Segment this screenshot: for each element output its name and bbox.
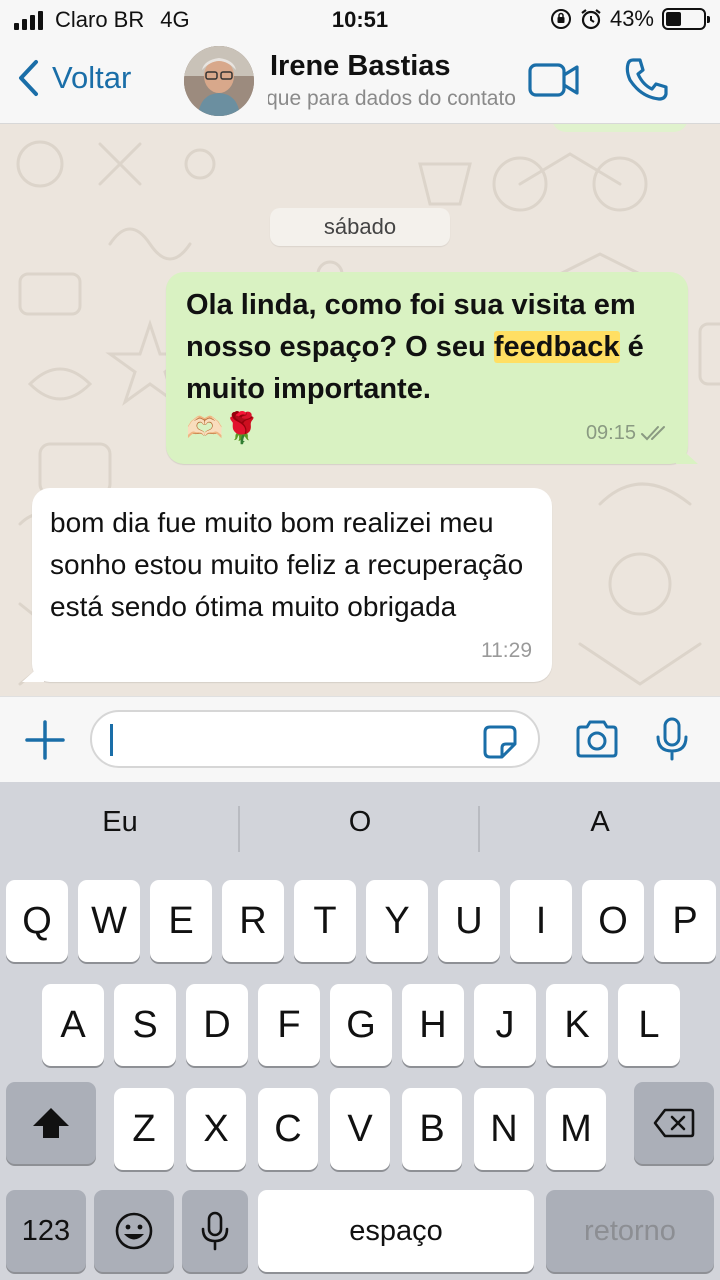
emoji-icon (115, 1212, 153, 1250)
orientation-lock-icon (550, 9, 571, 29)
previous-message-bubble (552, 124, 688, 132)
suggestion-1[interactable]: Eu (0, 806, 240, 839)
key-y[interactable]: Y (366, 880, 428, 962)
keyboard: Eu O A 123 espaço retorno QWERTYUI O P A… (0, 782, 720, 1280)
voice-message-button[interactable] (655, 717, 689, 766)
battery-icon (662, 8, 710, 30)
key-o[interactable]: O (582, 880, 644, 962)
message-outgoing[interactable]: Ola linda, como foi sua visita em nosso … (166, 272, 688, 464)
message-time: 11:29 (481, 639, 532, 662)
video-call-button[interactable] (528, 60, 580, 105)
key-p[interactable]: P (654, 880, 716, 962)
message-text: bom dia fue muito bom realizei meu sonho… (50, 507, 524, 622)
key-m[interactable]: M (546, 1088, 606, 1170)
key-w[interactable]: W (78, 880, 140, 962)
suggestion-3[interactable]: A (480, 806, 720, 839)
key-q[interactable]: Q (6, 880, 68, 962)
date-separator: sábado (270, 208, 450, 246)
key-x[interactable]: X (186, 1088, 246, 1170)
phone-icon (625, 58, 668, 101)
voice-call-button[interactable] (624, 56, 668, 107)
back-button[interactable]: Voltar (16, 58, 131, 98)
dictation-key[interactable] (182, 1190, 248, 1272)
video-call-icon (528, 63, 579, 97)
sticker-button[interactable] (482, 724, 518, 765)
sticker-icon (483, 725, 517, 759)
attach-button[interactable] (24, 719, 66, 766)
status-right: 43% (550, 6, 710, 32)
key-h[interactable]: H (402, 984, 464, 1066)
contact-subtitle[interactable]: toque para dados do contato (268, 87, 516, 111)
camera-button[interactable] (574, 719, 620, 764)
suggestion-bar: Eu O A (0, 782, 720, 876)
avatar[interactable] (184, 46, 254, 116)
backspace-key[interactable] (634, 1082, 714, 1164)
key-t[interactable]: T (294, 880, 356, 962)
input-bar (0, 696, 720, 782)
shift-icon (33, 1108, 69, 1138)
key-n[interactable]: N (474, 1088, 534, 1170)
key-r[interactable]: R (222, 880, 284, 962)
key-d[interactable]: D (186, 984, 248, 1066)
key-v[interactable]: V (330, 1088, 390, 1170)
key-j[interactable]: J (474, 984, 536, 1066)
key-f[interactable]: F (258, 984, 320, 1066)
key-z[interactable]: Z (114, 1088, 174, 1170)
camera-icon (576, 720, 618, 758)
back-label: Voltar (52, 60, 132, 95)
return-key[interactable]: retorno (546, 1190, 714, 1272)
microphone-icon (656, 717, 688, 761)
contact-name[interactable]: Irene Bastias (270, 50, 451, 83)
key-u[interactable]: U (438, 880, 500, 962)
key-e[interactable]: E (150, 880, 212, 962)
message-incoming[interactable]: bom dia fue muito bom realizei meu sonho… (32, 488, 552, 682)
key-l[interactable]: L (618, 984, 680, 1066)
text-caret (110, 724, 113, 756)
key-k[interactable]: K (546, 984, 608, 1066)
key-b[interactable]: B (402, 1088, 462, 1170)
emoji-key[interactable] (94, 1190, 174, 1272)
message-text: Ola linda, como foi sua visita em nosso … (186, 289, 644, 405)
chevron-left-icon (19, 60, 38, 96)
battery-percent: 43% (609, 6, 654, 31)
message-meta: 09:15 (586, 412, 670, 454)
message-time: 09:15 (585, 422, 636, 444)
status-bar: Claro BR 4G 10:51 43% (0, 0, 720, 40)
suggestion-2[interactable]: O (240, 806, 480, 839)
key-s[interactable]: S (114, 984, 176, 1066)
key-i[interactable]: I (510, 880, 572, 962)
read-check-icon (641, 426, 665, 441)
backspace-icon (653, 1108, 695, 1138)
key-g[interactable]: G (330, 984, 392, 1066)
chat-area[interactable]: sábado Ola linda, como foi sua visita em… (0, 124, 720, 696)
shift-key[interactable] (6, 1082, 96, 1164)
numbers-key[interactable]: 123 (6, 1190, 86, 1272)
key-a[interactable]: A (42, 984, 104, 1066)
plus-icon (25, 720, 65, 760)
alarm-icon (581, 9, 601, 30)
space-key[interactable]: espaço (258, 1190, 534, 1272)
key-c[interactable]: C (258, 1088, 318, 1170)
message-input[interactable] (90, 710, 540, 768)
chat-header: Voltar Irene Bastias toque para dados do… (0, 40, 720, 124)
dictation-mic-icon (201, 1211, 229, 1251)
highlighted-word: feedback (493, 331, 620, 363)
